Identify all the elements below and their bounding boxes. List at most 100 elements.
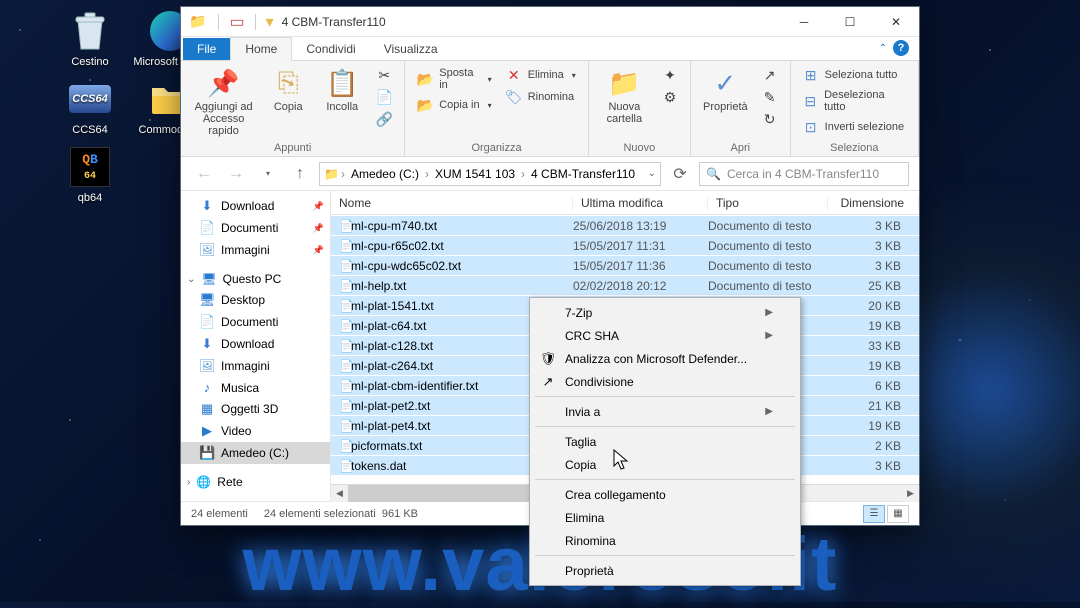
- ribbon: 📌Aggiungi ad Accesso rapido ⎘Copia 📋Inco…: [181, 61, 919, 157]
- nav-item-icon: 🖼: [199, 358, 215, 374]
- file-size: 3 KB: [828, 239, 919, 253]
- col-date[interactable]: Ultima modifica: [573, 196, 708, 210]
- breadcrumb-seg[interactable]: 4 CBM-Transfer110: [527, 165, 639, 183]
- new-item-icon: ✦: [662, 67, 678, 83]
- nav-item-label: Immagini: [221, 243, 270, 257]
- menu-item[interactable]: ↗Condivisione: [533, 370, 797, 393]
- nav-pane[interactable]: ⬇Download📌📄Documenti📌🖼Immagini📌 ⌄🖥Questo…: [181, 191, 331, 501]
- search-input[interactable]: 🔍 Cerca in 4 CBM-Transfer110: [699, 162, 909, 186]
- desktop-icon-cestino[interactable]: Cestino: [50, 10, 130, 68]
- menu-item[interactable]: Proprietà: [533, 559, 797, 582]
- scroll-left-icon[interactable]: ◀: [331, 485, 348, 502]
- menu-item[interactable]: Invia a▶: [533, 400, 797, 423]
- help-icon[interactable]: ?: [893, 40, 909, 56]
- col-type[interactable]: Tipo: [708, 196, 828, 210]
- easy-access-button[interactable]: ⚙: [658, 87, 682, 107]
- rename-button[interactable]: 🏷Rinomina: [502, 87, 580, 107]
- ribbon-group-select: ⊞Seleziona tutto ⊟Deseleziona tutto ⊡Inv…: [791, 61, 919, 156]
- desktop-icon-ccs64[interactable]: CCS64 CCS64: [50, 78, 130, 136]
- tab-view[interactable]: Visualizza: [370, 38, 452, 60]
- collapse-ribbon-icon[interactable]: ⌃: [879, 43, 887, 54]
- copy-button[interactable]: ⎘Copia: [264, 65, 312, 115]
- tab-share[interactable]: Condividi: [292, 38, 369, 60]
- qat-new-folder-icon[interactable]: ▾: [266, 12, 274, 32]
- tab-home[interactable]: Home: [230, 37, 292, 61]
- nav-item[interactable]: ▦Oggetti 3D: [181, 398, 330, 420]
- recent-button[interactable]: ▾: [255, 161, 281, 187]
- btn-label: Deseleziona tutto: [824, 89, 906, 113]
- menu-item[interactable]: Copia: [533, 453, 797, 476]
- nav-item[interactable]: 🖥Desktop: [181, 289, 330, 311]
- nav-item-label: Download: [221, 337, 274, 351]
- select-all-button[interactable]: ⊞Seleziona tutto: [799, 65, 910, 85]
- nav-item-label: Video: [221, 424, 251, 438]
- copy-to-button[interactable]: 📂Copia in▾: [413, 95, 495, 115]
- refresh-button[interactable]: ⟳: [667, 161, 693, 187]
- file-row[interactable]: 📄ml-cpu-m740.txt25/06/2018 13:19Document…: [331, 215, 919, 235]
- nav-this-pc[interactable]: ⌄🖥Questo PC: [181, 269, 330, 289]
- view-details-button[interactable]: ☰: [863, 505, 885, 523]
- file-size: 21 KB: [828, 399, 919, 413]
- cut-button[interactable]: ✂: [372, 65, 396, 85]
- nav-item[interactable]: 💾Amedeo (C:): [181, 442, 330, 464]
- desktop-icon-qb64[interactable]: QB64 qb64: [50, 146, 130, 204]
- breadcrumb-seg[interactable]: XUM 1541 103: [431, 165, 519, 183]
- column-headers[interactable]: Nome Ultima modifica Tipo Dimensione: [331, 191, 919, 215]
- btn-label: Sposta in: [439, 67, 479, 91]
- menu-item[interactable]: Crea collegamento: [533, 483, 797, 506]
- breadcrumb[interactable]: 📁 › Amedeo (C:)› XUM 1541 103› 4 CBM-Tra…: [319, 162, 661, 186]
- delete-button[interactable]: ✕Elimina▾: [502, 65, 580, 85]
- copy-path-button[interactable]: 📄: [372, 87, 396, 107]
- nav-item[interactable]: 🖼Immagini: [181, 355, 330, 377]
- qb64-icon: QB64: [69, 146, 111, 188]
- nav-item[interactable]: ▶Video: [181, 420, 330, 442]
- menu-item[interactable]: Rinomina: [533, 529, 797, 552]
- nav-network[interactable]: ›🌐Rete: [181, 472, 330, 492]
- menu-item[interactable]: 7-Zip▶: [533, 301, 797, 324]
- back-button[interactable]: ←: [191, 161, 217, 187]
- tab-file[interactable]: File: [183, 38, 230, 60]
- close-button[interactable]: ✕: [873, 7, 919, 37]
- menu-item[interactable]: Elimina: [533, 506, 797, 529]
- open-button[interactable]: ↗: [758, 65, 782, 85]
- nav-item[interactable]: 🖼Immagini📌: [181, 239, 330, 261]
- nav-item[interactable]: ⬇Download📌: [181, 195, 330, 217]
- file-icon: 📄: [331, 399, 351, 413]
- view-large-button[interactable]: ▦: [887, 505, 909, 523]
- scroll-right-icon[interactable]: ▶: [902, 485, 919, 502]
- breadcrumb-seg[interactable]: Amedeo (C:): [347, 165, 423, 183]
- titlebar[interactable]: 📁 ▭ ▾ 4 CBM-Transfer110 ─ ☐ ✕: [181, 7, 919, 37]
- edit-button[interactable]: ✎: [758, 87, 782, 107]
- history-button[interactable]: ↻: [758, 109, 782, 129]
- minimize-button[interactable]: ─: [781, 7, 827, 37]
- col-name[interactable]: Nome: [331, 196, 573, 210]
- menu-item[interactable]: 🛡Analizza con Microsoft Defender...: [533, 347, 797, 370]
- paste-button[interactable]: 📋Incolla: [318, 65, 366, 115]
- forward-button[interactable]: →: [223, 161, 249, 187]
- file-row[interactable]: 📄ml-cpu-r65c02.txt15/05/2017 11:31Docume…: [331, 235, 919, 255]
- file-row[interactable]: 📄ml-cpu-wdc65c02.txt15/05/2017 11:36Docu…: [331, 255, 919, 275]
- folder-icon: 📁: [189, 13, 206, 30]
- breadcrumb-drop-icon[interactable]: ⌄: [648, 168, 656, 179]
- nav-item[interactable]: 📄Documenti📌: [181, 217, 330, 239]
- qat-properties-icon[interactable]: ▭: [229, 12, 244, 32]
- up-button[interactable]: ↑: [287, 161, 313, 187]
- nav-item[interactable]: ♪Musica: [181, 377, 330, 398]
- pin-to-quick-access-button[interactable]: 📌Aggiungi ad Accesso rapido: [189, 65, 258, 139]
- new-folder-button[interactable]: 📁Nuova cartella: [597, 65, 652, 127]
- context-menu[interactable]: 7-Zip▶CRC SHA▶🛡Analizza con Microsoft De…: [529, 297, 801, 586]
- menu-item[interactable]: CRC SHA▶: [533, 324, 797, 347]
- new-item-button[interactable]: ✦: [658, 65, 682, 85]
- select-none-button[interactable]: ⊟Deseleziona tutto: [799, 87, 910, 115]
- properties-button[interactable]: ✓Proprietà: [699, 65, 752, 115]
- file-row[interactable]: 📄ml-help.txt02/02/2018 20:12Documento di…: [331, 275, 919, 295]
- nav-item[interactable]: ⬇Download: [181, 333, 330, 355]
- icon-label: Cestino: [71, 56, 108, 68]
- paste-shortcut-button[interactable]: 🔗: [372, 109, 396, 129]
- menu-item[interactable]: Taglia: [533, 430, 797, 453]
- col-size[interactable]: Dimensione: [828, 196, 919, 210]
- invert-selection-button[interactable]: ⊡Inverti selezione: [799, 117, 910, 137]
- nav-item[interactable]: 📄Documenti: [181, 311, 330, 333]
- maximize-button[interactable]: ☐: [827, 7, 873, 37]
- move-to-button[interactable]: 📂Sposta in▾: [413, 65, 495, 93]
